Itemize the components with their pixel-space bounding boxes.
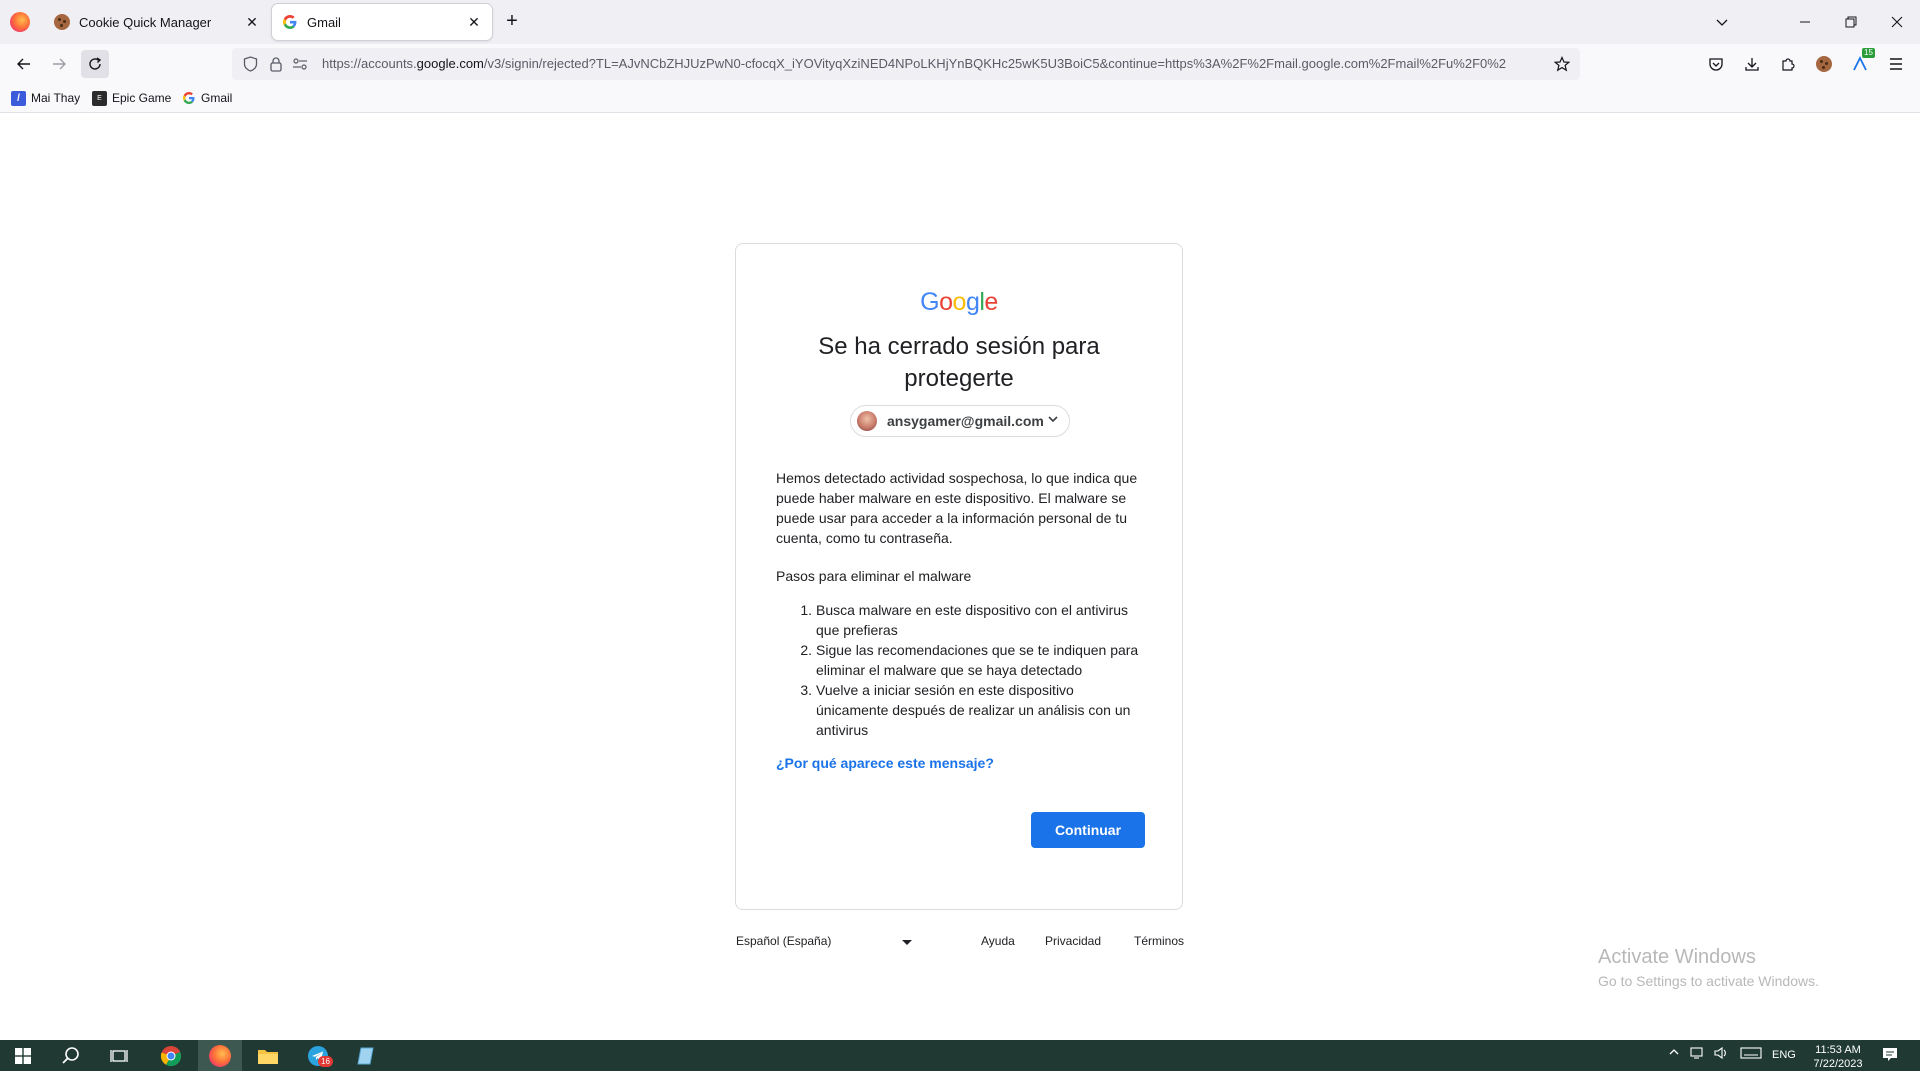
volume-icon[interactable]	[1714, 1046, 1730, 1063]
footer-link-privacy[interactable]: Privacidad	[1045, 934, 1101, 948]
signin-rejected-card: Google Se ha cerrado sesión para protege…	[735, 243, 1183, 910]
bookmark-gmail[interactable]: Gmail	[181, 90, 232, 106]
back-button[interactable]	[10, 50, 38, 78]
extensions-puzzle-icon[interactable]	[1774, 50, 1802, 78]
shield-icon[interactable]	[242, 56, 258, 72]
chevron-down-icon	[1047, 412, 1059, 430]
account-email: ansygamer@gmail.com	[887, 413, 1044, 429]
forward-button[interactable]	[45, 50, 73, 78]
step-number: 2.	[800, 642, 812, 658]
tab-label: Cookie Quick Manager	[79, 14, 212, 30]
google-g-icon	[282, 14, 298, 30]
extension-badge-count: 15	[1862, 48, 1875, 58]
google-logo: Google	[736, 288, 1182, 317]
new-tab-button[interactable]: +	[500, 10, 524, 34]
firefox-icon[interactable]	[208, 1044, 232, 1068]
tab-strip: Cookie Quick Manager ✕ Gmail ✕ +	[0, 0, 1920, 44]
list-item: 1. Busca malware en este dispositivo con…	[800, 600, 1146, 640]
tab-cookie-quick-manager[interactable]: Cookie Quick Manager ✕	[44, 4, 270, 40]
bookmark-star-icon[interactable]	[1554, 56, 1570, 72]
restore-button[interactable]	[1828, 0, 1874, 44]
continue-button[interactable]: Continuar	[1031, 812, 1145, 848]
bookmark-label: Epic Game	[112, 91, 172, 105]
steps-title: Pasos para eliminar el malware	[776, 568, 972, 584]
hamburger-menu-icon[interactable]	[1882, 50, 1910, 78]
reload-button[interactable]	[81, 50, 109, 78]
downloads-icon[interactable]	[1738, 50, 1766, 78]
keyboard-icon[interactable]	[1740, 1046, 1762, 1063]
telegram-icon[interactable]: 16	[306, 1044, 333, 1068]
close-tab-icon[interactable]: ✕	[240, 10, 264, 34]
why-message-link[interactable]: ¿Por qué aparece este mensaje?	[776, 755, 994, 771]
bookmark-label: Mai Thay	[31, 91, 81, 105]
chrome-icon[interactable]	[159, 1044, 183, 1068]
address-bar[interactable]: https://accounts.google.com/v3/signin/re…	[232, 48, 1580, 80]
steps-list: 1. Busca malware en este dispositivo con…	[800, 600, 1146, 740]
close-tab-icon[interactable]: ✕	[462, 10, 486, 34]
clock-date: 7/22/2023	[1813, 1058, 1863, 1070]
file-explorer-icon[interactable]	[256, 1044, 280, 1068]
show-hidden-icons-chevron-icon[interactable]	[1668, 1046, 1680, 1061]
logo-letter: G	[920, 288, 940, 316]
bookmark-mai-thay[interactable]: / Mai Thay	[11, 90, 80, 106]
list-all-tabs-icon[interactable]	[1699, 0, 1745, 44]
firefox-menu-icon[interactable]	[10, 12, 30, 32]
google-g-icon	[181, 91, 196, 106]
cookie-extension-icon[interactable]	[1810, 50, 1838, 78]
dropdown-caret-icon[interactable]	[902, 940, 912, 945]
footer-link-terms[interactable]: Términos	[1134, 934, 1184, 948]
cookie-icon	[54, 14, 70, 30]
logo-letter: g	[965, 288, 980, 316]
step-text: Sigue las recomendaciones que se te indi…	[816, 642, 1139, 678]
step-text: Busca malware en este dispositivo con el…	[816, 602, 1129, 638]
avatar	[857, 411, 877, 431]
input-language[interactable]: ENG	[1772, 1049, 1796, 1061]
windows-start-icon[interactable]	[11, 1044, 35, 1068]
search-icon[interactable]	[59, 1044, 83, 1068]
language-selector[interactable]: Español (España)	[736, 934, 831, 948]
step-text: Vuelve a iniciar sesión en este disposit…	[816, 682, 1131, 738]
footer-link-help[interactable]: Ayuda	[981, 934, 1015, 948]
clock-time: 11:53 AM	[1815, 1044, 1861, 1056]
system-clock[interactable]: 11:53 AM 7/22/2023	[1808, 1043, 1868, 1071]
list-item: 2. Sigue las recomendaciones que se te i…	[800, 640, 1146, 680]
slash-app-icon: /	[11, 90, 26, 106]
extension-badge-icon[interactable]: 15	[1846, 48, 1875, 78]
permissions-icon[interactable]	[292, 56, 308, 72]
network-icon[interactable]	[1690, 1046, 1706, 1063]
bookmarks-toolbar: / Mai Thay E Epic Game Gmail	[0, 84, 1920, 113]
notepad-app-icon[interactable]	[354, 1044, 378, 1068]
step-number: 3.	[800, 682, 812, 698]
url-domain: google.com	[416, 56, 484, 71]
tab-gmail[interactable]: Gmail ✕	[272, 4, 492, 40]
task-view-icon[interactable]	[107, 1044, 131, 1068]
warning-description: Hemos detectado actividad sospechosa, lo…	[776, 470, 1138, 546]
step-number: 1.	[800, 602, 812, 618]
lock-icon[interactable]	[268, 56, 284, 72]
activate-windows-subtitle: Go to Settings to activate Windows.	[1598, 973, 1819, 989]
epic-games-icon: E	[92, 90, 107, 106]
notifications-icon[interactable]	[1882, 1046, 1898, 1065]
url-path: /v3/signin/rejected?TL=AJvNCbZHJUzPwN0-c…	[483, 56, 1507, 71]
bookmark-label: Gmail	[201, 91, 233, 105]
url-prefix: https://accounts.	[322, 56, 417, 71]
logo-letter: o	[952, 288, 967, 316]
url-text[interactable]: https://accounts.google.com/v3/signin/re…	[322, 56, 1542, 71]
list-item: 3. Vuelve a iniciar sesión en este dispo…	[800, 680, 1146, 740]
account-chip[interactable]: ansygamer@gmail.com	[850, 405, 1070, 437]
close-window-button[interactable]	[1874, 0, 1920, 44]
bookmark-epic-game[interactable]: E Epic Game	[92, 90, 171, 106]
telegram-badge: 16	[318, 1056, 333, 1067]
pocket-icon[interactable]	[1702, 50, 1730, 78]
page-title: Se ha cerrado sesión para protegerte	[818, 333, 1100, 392]
logo-letter: o	[939, 288, 953, 316]
logo-letter: e	[984, 288, 998, 316]
windows-taskbar: 16 ENG 11:53 AM 7/22/2023	[0, 1040, 1920, 1071]
minimize-button[interactable]	[1782, 0, 1828, 44]
tab-label: Gmail	[307, 14, 341, 30]
navigation-toolbar: https://accounts.google.com/v3/signin/re…	[0, 44, 1920, 84]
activate-windows-title: Activate Windows	[1598, 946, 1756, 968]
